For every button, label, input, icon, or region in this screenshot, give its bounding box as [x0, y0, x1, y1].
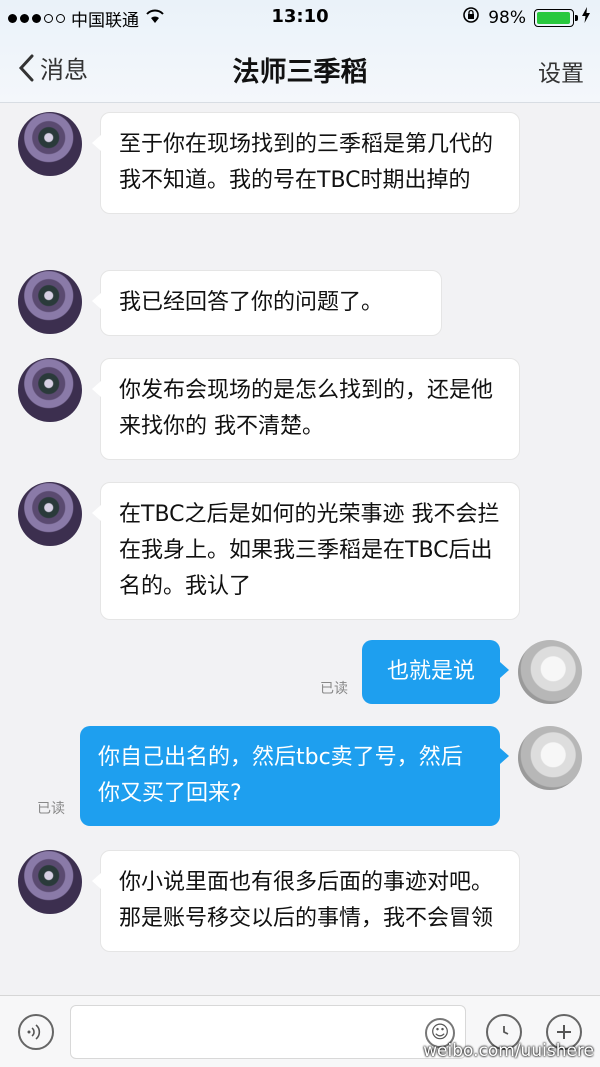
voice-button[interactable] — [18, 1014, 54, 1050]
watermark: weibo.com/uuishere — [423, 1041, 594, 1061]
contact-avatar[interactable] — [18, 358, 82, 422]
plus-icon — [557, 1025, 571, 1039]
contact-avatar[interactable] — [18, 270, 82, 334]
settings-button[interactable]: 设置 — [538, 54, 584, 88]
contact-avatar[interactable] — [18, 482, 82, 546]
read-receipt: 已读 — [320, 681, 348, 697]
message-bubble: 你小说里面也有很多后面的事迹对吧。那是账号移交以后的事情，我不会冒领 — [92, 850, 520, 952]
message-bubble: 在TBC之后是如何的光荣事迹 我不会拦在我身上。如果我三季稻是在TBC后出名的。… — [92, 482, 520, 620]
contact-avatar[interactable] — [18, 112, 82, 176]
top-bar: 中国联通 13:10 98% 消息 法师三季稻 设置 — [0, 0, 600, 103]
read-receipt: 已读 — [37, 801, 65, 817]
charging-icon — [582, 7, 590, 28]
chat-title: 法师三季稻 — [232, 57, 368, 88]
message-bubble: 我已经回答了你的问题了。 — [92, 270, 442, 336]
rotation-lock-icon — [462, 6, 480, 29]
my-message-bubble: 你自己出名的，然后tbc卖了号，然后你又买了回来? — [80, 726, 509, 826]
clock-icon — [503, 1026, 509, 1035]
contact-avatar[interactable] — [18, 850, 82, 914]
voice-icon — [27, 1024, 41, 1040]
message-bubble: 你发布会现场的是怎么找到的，还是他来找你的 我不清楚。 — [92, 358, 520, 460]
message-input[interactable]: ☺ — [70, 1005, 466, 1059]
battery-icon — [534, 8, 578, 27]
my-avatar[interactable] — [518, 640, 582, 704]
my-avatar[interactable] — [518, 726, 582, 790]
battery-percent: 98% — [488, 7, 526, 28]
my-message-bubble: 也就是说 — [362, 640, 509, 704]
status-bar: 中国联通 13:10 98% — [0, 0, 600, 34]
message-bubble: 至于你在现场找到的三季稻是第几代的我不知道。我的号在TBC时期出掉的 — [92, 112, 520, 214]
chat-header: 消息 法师三季稻 设置 — [0, 34, 600, 102]
